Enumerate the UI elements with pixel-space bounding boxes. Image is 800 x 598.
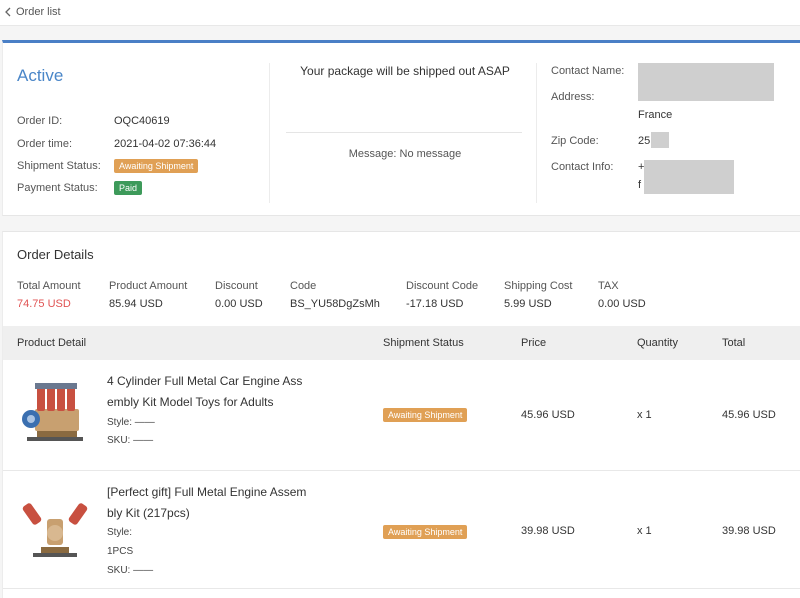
product-sku: SKU: —— <box>107 565 154 576</box>
products-table-header: Product Detail Shipment Status Price Qua… <box>3 326 800 360</box>
row-quantity: x 1 <box>637 409 652 421</box>
shipment-status-badge: Awaiting Shipment <box>383 525 468 539</box>
th-price: Price <box>521 337 547 349</box>
back-to-order-list-link[interactable]: Order list <box>4 6 61 18</box>
table-row: [Perfect gift] Full Metal Engine Assembl… <box>3 471 800 589</box>
code-label: Code <box>290 280 317 292</box>
table-row: 4 Cylinder Full Metal Car Engine Assembl… <box>3 360 800 471</box>
product-style-value: 1PCS <box>107 546 134 557</box>
address-country: France <box>638 109 673 121</box>
engine-image-icon <box>22 383 83 441</box>
shipping-cost-value: 5.99 USD <box>504 298 552 310</box>
chevron-left-icon <box>5 7 11 17</box>
redacted-zip-code <box>651 132 669 148</box>
payment-status-badge: Paid <box>114 181 143 195</box>
row-shipment-status: Awaiting Shipment <box>383 408 468 422</box>
row-price: 39.98 USD <box>521 525 575 537</box>
product-sku: SKU: —— <box>107 435 154 446</box>
product-style: Style: —— <box>107 417 155 428</box>
center-divider <box>286 132 522 133</box>
engine-image-icon <box>22 503 88 557</box>
shipment-status-value: Awaiting Shipment <box>114 159 199 173</box>
product-amount-value: 85.94 USD <box>109 298 163 310</box>
th-quantity: Quantity <box>637 337 678 349</box>
contact-info-label: Contact Info: <box>551 161 614 173</box>
product-amount-label: Product Amount <box>109 280 188 292</box>
zip-code-value: 25 <box>638 135 651 147</box>
order-details-title: Order Details <box>17 247 94 262</box>
order-time-label: Order time: <box>17 138 73 150</box>
shipment-status-label: Shipment Status: <box>17 160 101 172</box>
product-thumbnail[interactable] <box>17 489 93 565</box>
order-id-value: OQC40619 <box>114 115 170 127</box>
zip-code-label: Zip Code: <box>551 135 599 147</box>
order-overview-card: Active Order ID: OQC40619 Order time: 20… <box>2 40 800 216</box>
payment-status-label: Payment Status: <box>17 182 98 194</box>
product-thumbnail[interactable] <box>17 373 93 449</box>
discount-code-value: -17.18 USD <box>406 298 464 310</box>
code-value: BS_YU58DgZsMh <box>290 298 380 310</box>
contact-name-label: Contact Name: <box>551 65 625 77</box>
column-divider <box>269 63 270 203</box>
total-amount-label: Total Amount <box>17 280 81 292</box>
order-id-label: Order ID: <box>17 115 63 127</box>
product-name-link[interactable]: 4 Cylinder Full Metal Car Engine Assembl… <box>107 371 307 413</box>
back-link-label: Order list <box>16 6 61 18</box>
tax-value: 0.00 USD <box>598 298 646 310</box>
discount-label: Discount <box>215 280 258 292</box>
contact-info-line2: f <box>638 179 642 191</box>
column-divider <box>536 63 537 203</box>
discount-code-label: Discount Code <box>406 280 479 292</box>
row-price: 45.96 USD <box>521 409 575 421</box>
row-total: 39.98 USD <box>722 525 776 537</box>
shipping-headline: Your package will be shipped out ASAP <box>300 64 510 78</box>
order-details-card: Order Details Total Amount 74.75 USD Pro… <box>2 231 800 598</box>
top-bar: Order list <box>0 0 800 26</box>
redacted-contact-info <box>644 160 734 194</box>
total-amount-value: 74.75 USD <box>17 298 71 310</box>
redacted-contact-name <box>638 63 774 101</box>
row-quantity: x 1 <box>637 525 652 537</box>
order-time-value: 2021-04-02 07:36:44 <box>114 138 217 150</box>
row-shipment-status: Awaiting Shipment <box>383 525 468 539</box>
th-product-detail: Product Detail <box>17 337 87 349</box>
shipping-cost-label: Shipping Cost <box>504 280 573 292</box>
th-shipment-status: Shipment Status <box>383 337 464 349</box>
product-name-link[interactable]: [Perfect gift] Full Metal Engine Assembl… <box>107 482 307 524</box>
payment-status-value: Paid <box>114 181 143 195</box>
shipment-status-badge: Awaiting Shipment <box>114 159 199 173</box>
th-total: Total <box>722 337 746 349</box>
shipment-status-badge: Awaiting Shipment <box>383 408 468 422</box>
row-total: 45.96 USD <box>722 409 776 421</box>
address-label: Address: <box>551 91 595 103</box>
discount-value: 0.00 USD <box>215 298 263 310</box>
tax-label: TAX <box>598 280 619 292</box>
order-status-title: Active <box>17 66 64 85</box>
shipping-message: Message: No message <box>348 148 462 160</box>
product-style: Style: <box>107 527 133 538</box>
